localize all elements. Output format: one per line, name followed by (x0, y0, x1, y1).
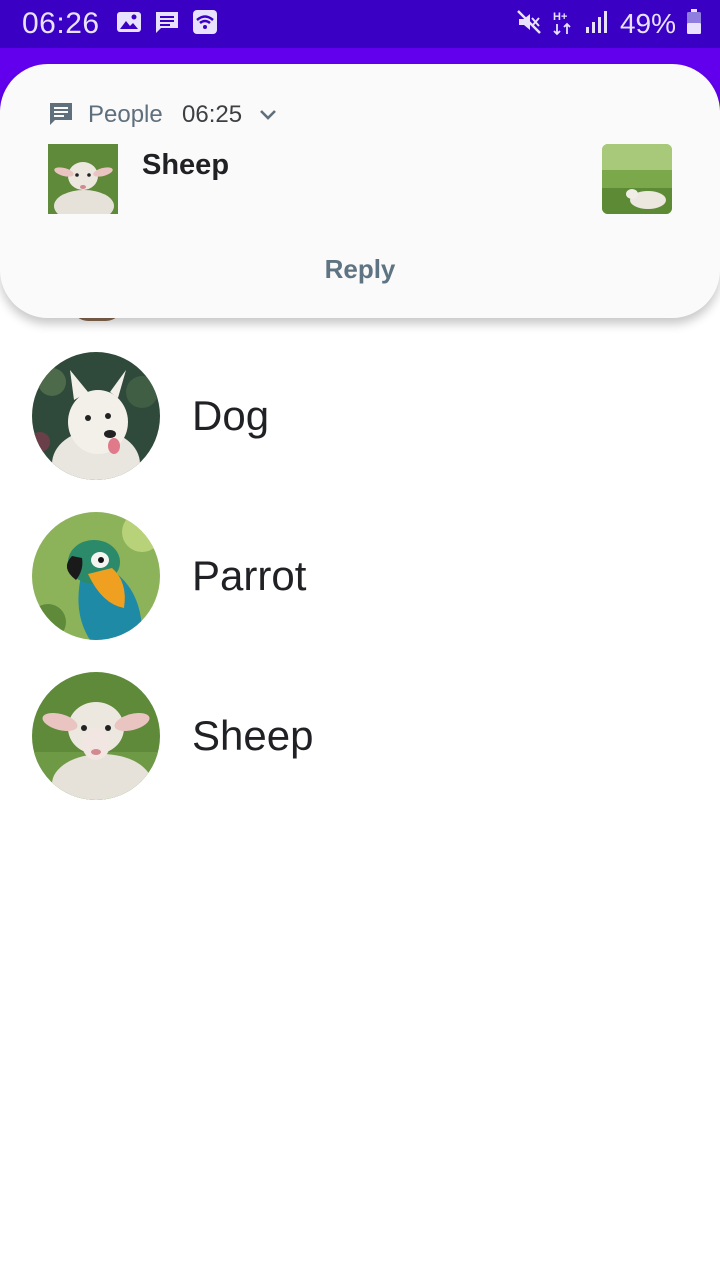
notification-app-name: People (88, 101, 163, 128)
data-hplus-icon: H+ (552, 8, 574, 41)
contact-row-dog[interactable]: Dog (0, 336, 720, 496)
chevron-down-icon[interactable] (258, 108, 278, 127)
status-bar: 06:26 H+ 49% (0, 0, 720, 48)
signal-icon (584, 9, 610, 40)
notification-time: 06:25 (182, 101, 243, 128)
contact-row-parrot[interactable]: Parrot (0, 496, 720, 656)
svg-text:H+: H+ (553, 11, 567, 23)
message-icon (154, 9, 180, 40)
contact-name: Dog (192, 392, 270, 439)
contact-row-sheep[interactable]: Sheep (0, 656, 720, 816)
reply-button[interactable]: Reply (300, 254, 420, 285)
image-icon (116, 10, 142, 39)
battery-icon (686, 8, 702, 40)
battery-percent: 49% (619, 8, 676, 39)
sheep-avatar (32, 672, 160, 800)
wifi-call-icon (192, 9, 218, 40)
contact-name: Parrot (192, 552, 307, 599)
notification-image-thumbnail (602, 144, 672, 214)
parrot-avatar (32, 512, 160, 640)
notification-sender-avatar (48, 144, 118, 214)
status-time: 06:26 (22, 7, 100, 40)
message-icon (48, 101, 74, 132)
mute-icon (516, 9, 542, 40)
dog-avatar (32, 352, 160, 480)
contact-name: Sheep (192, 712, 314, 759)
notification-title: Sheep (142, 149, 230, 181)
